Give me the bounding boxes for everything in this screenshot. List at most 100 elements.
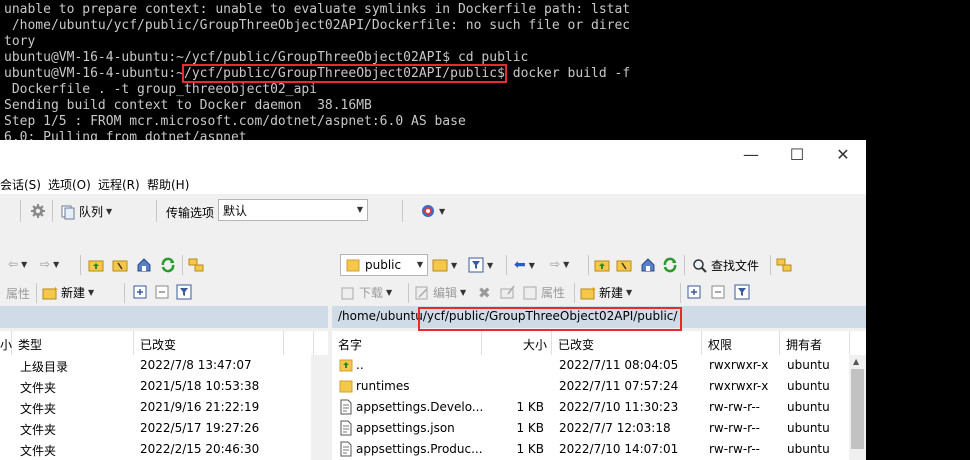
left-new-button[interactable]: ✦ 新建 ▼ xyxy=(42,284,94,301)
terminal-line: /home/ubuntu/ycf/public/GroupThreeObject… xyxy=(4,18,631,33)
left-filter-select-button[interactable] xyxy=(176,284,192,300)
remote-file-list[interactable]: 名字 ^ 大小 已改变 权限 拥有者 ▲ .. 2022/7/11 08:04:0… xyxy=(332,331,866,460)
left-back-button[interactable]: ⇦ ▼ xyxy=(8,257,27,271)
remote-folder-select[interactable]: public ▼ xyxy=(340,254,428,276)
item-changed: 2021/5/18 10:53:38 xyxy=(140,379,260,393)
item-name: runtimes xyxy=(356,379,410,393)
item-permissions: rwxrwxr-x xyxy=(709,379,769,393)
toolbar-separator xyxy=(36,283,37,303)
chevron-down-icon: ▼ xyxy=(356,205,363,214)
menu-session[interactable]: 会话(S) xyxy=(0,176,41,193)
right-filter-button[interactable]: ▼ xyxy=(468,257,493,273)
right-home-button[interactable] xyxy=(640,257,656,273)
right-forward-button[interactable]: ⇨ ▼ xyxy=(550,257,569,271)
maximize-button[interactable]: ☐ xyxy=(774,140,820,172)
right-select-all-button[interactable] xyxy=(686,284,702,300)
list-item[interactable]: runtimes 2022/7/11 07:57:24 rwxrwxr-x ub… xyxy=(332,376,849,397)
sync-icon xyxy=(420,203,436,219)
left-home-button[interactable] xyxy=(136,257,152,273)
chevron-down-icon: ▼ xyxy=(626,288,633,297)
right-open-folder-button[interactable]: ▼ xyxy=(432,257,457,273)
col-extra-header[interactable] xyxy=(284,331,314,355)
minus-box-icon xyxy=(154,284,170,300)
item-name: appsettings.json xyxy=(356,421,455,435)
right-properties-label: 属性 xyxy=(541,286,566,300)
chevron-down-icon: ▼ xyxy=(439,206,446,216)
close-button[interactable]: ✕ xyxy=(820,140,866,172)
left-new-label: 新建 xyxy=(61,286,86,300)
terminal-prompt-line: ubuntu@VM-16-4-ubuntu:~/ycf/public/Group… xyxy=(4,64,970,83)
list-item[interactable]: 文件夹 2022/5/17 19:27:26 xyxy=(0,418,310,439)
toolbar-separator xyxy=(156,200,157,222)
menu-remote[interactable]: 远程(R) xyxy=(98,176,140,193)
item-size: 1 KB xyxy=(516,421,544,435)
col-size-header[interactable]: 小 xyxy=(0,331,12,355)
right-filter-select-button[interactable] xyxy=(734,284,750,300)
transfer-options-text: 传输选项 xyxy=(166,206,215,220)
queue-icon xyxy=(60,204,76,220)
right-parent-dir-button[interactable] xyxy=(594,257,610,273)
item-type: 文件夹 xyxy=(20,444,57,458)
preferences-button[interactable] xyxy=(30,203,46,219)
left-parent-dir-button[interactable] xyxy=(88,257,104,273)
list-item[interactable]: 文件夹 2022/2/15 20:46:30 xyxy=(0,439,310,460)
menu-help[interactable]: 帮助(H) xyxy=(147,176,189,193)
sync-button[interactable]: ▼ xyxy=(420,203,445,219)
left-refresh-button[interactable] xyxy=(160,257,176,273)
left-scrollbar[interactable] xyxy=(311,355,328,460)
col-owner-header[interactable]: 拥有者 xyxy=(780,331,850,355)
left-select-all-button[interactable] xyxy=(132,284,148,300)
item-size: 1 KB xyxy=(516,442,544,456)
right-root-dir-button[interactable] xyxy=(616,257,632,273)
transfer-settings-select[interactable]: 默认 ▼ xyxy=(218,199,368,221)
left-deselect-button[interactable] xyxy=(154,284,170,300)
download-button[interactable]: 下载 ▼ xyxy=(340,284,392,301)
list-item[interactable]: appsettings.Develo... 1 KB 2022/7/10 11:… xyxy=(332,397,849,418)
menu-options[interactable]: 选项(O) xyxy=(48,176,91,193)
list-item[interactable]: appsettings.Produc... 1 KB 2022/7/10 14:… xyxy=(332,439,849,460)
left-root-dir-button[interactable] xyxy=(112,257,128,273)
item-type: 上级目录 xyxy=(20,360,69,374)
list-item[interactable]: .. 2022/7/11 08:04:05 rwxrwxr-x ubuntu xyxy=(332,355,849,376)
edit-button[interactable]: 编辑 ▼ xyxy=(414,284,466,301)
col-permissions-header[interactable]: 权限 xyxy=(702,331,780,355)
item-type: 文件夹 xyxy=(20,423,57,437)
prompt-user: ubuntu@VM-16-4-ubuntu:~ xyxy=(4,66,185,81)
minimize-button[interactable]: — xyxy=(728,140,774,172)
filter-icon xyxy=(734,284,750,300)
rename-button[interactable] xyxy=(500,284,516,300)
col-name-header[interactable]: 名字 ^ xyxy=(332,331,482,355)
left-forward-button[interactable]: ⇨ ▼ xyxy=(40,257,59,271)
list-item[interactable]: 文件夹 2021/9/16 21:22:19 xyxy=(0,397,310,418)
right-properties-button[interactable]: 属性 xyxy=(522,284,565,301)
list-item[interactable]: appsettings.json 1 KB 2022/7/7 12:03:18 … xyxy=(332,418,849,439)
back-arrow-icon: ⇦ xyxy=(8,257,19,271)
left-filter-button[interactable] xyxy=(188,257,204,273)
right-back-button[interactable]: ⬅ ▼ xyxy=(514,257,535,273)
right-new-button[interactable]: ✦ 新建 ▼ xyxy=(580,284,632,301)
col-changed-header[interactable]: 已改变 xyxy=(134,331,284,355)
folder-icon xyxy=(338,378,354,394)
chevron-down-icon: ▼ xyxy=(106,207,113,216)
folder-icon xyxy=(345,257,361,273)
local-file-list[interactable]: 小 类型 已改变 上级目录 2022/7/8 13:47:07 文件夹 2021… xyxy=(0,331,328,460)
delete-button[interactable]: ✖ xyxy=(478,284,491,302)
col-changed-header[interactable]: 已改变 xyxy=(552,331,702,355)
item-changed: 2022/2/15 20:46:30 xyxy=(140,442,260,456)
queue-button[interactable]: 队列 ▼ xyxy=(60,203,112,220)
list-item[interactable]: 上级目录 2022/7/8 13:47:07 xyxy=(0,355,310,376)
scroll-up-arrow-icon[interactable]: ▲ xyxy=(853,357,859,366)
right-deselect-button[interactable] xyxy=(710,284,726,300)
right-scrollbar[interactable]: ▲ xyxy=(849,355,866,460)
right-filter-folder-button[interactable] xyxy=(776,257,792,273)
scroll-thumb[interactable] xyxy=(851,369,864,449)
toolbar-separator xyxy=(182,255,183,275)
list-item[interactable]: 文件夹 2021/5/18 10:53:38 xyxy=(0,376,310,397)
find-files-button[interactable]: 查找文件 xyxy=(692,257,759,274)
right-refresh-button[interactable] xyxy=(662,257,678,273)
col-type-header[interactable]: 类型 xyxy=(12,331,134,355)
refresh-icon xyxy=(662,257,678,273)
left-properties-button[interactable]: 属性 xyxy=(6,285,30,302)
terminal-window[interactable]: unable to prepare context: unable to eva… xyxy=(0,0,970,150)
col-size-header[interactable]: 大小 xyxy=(482,331,552,355)
